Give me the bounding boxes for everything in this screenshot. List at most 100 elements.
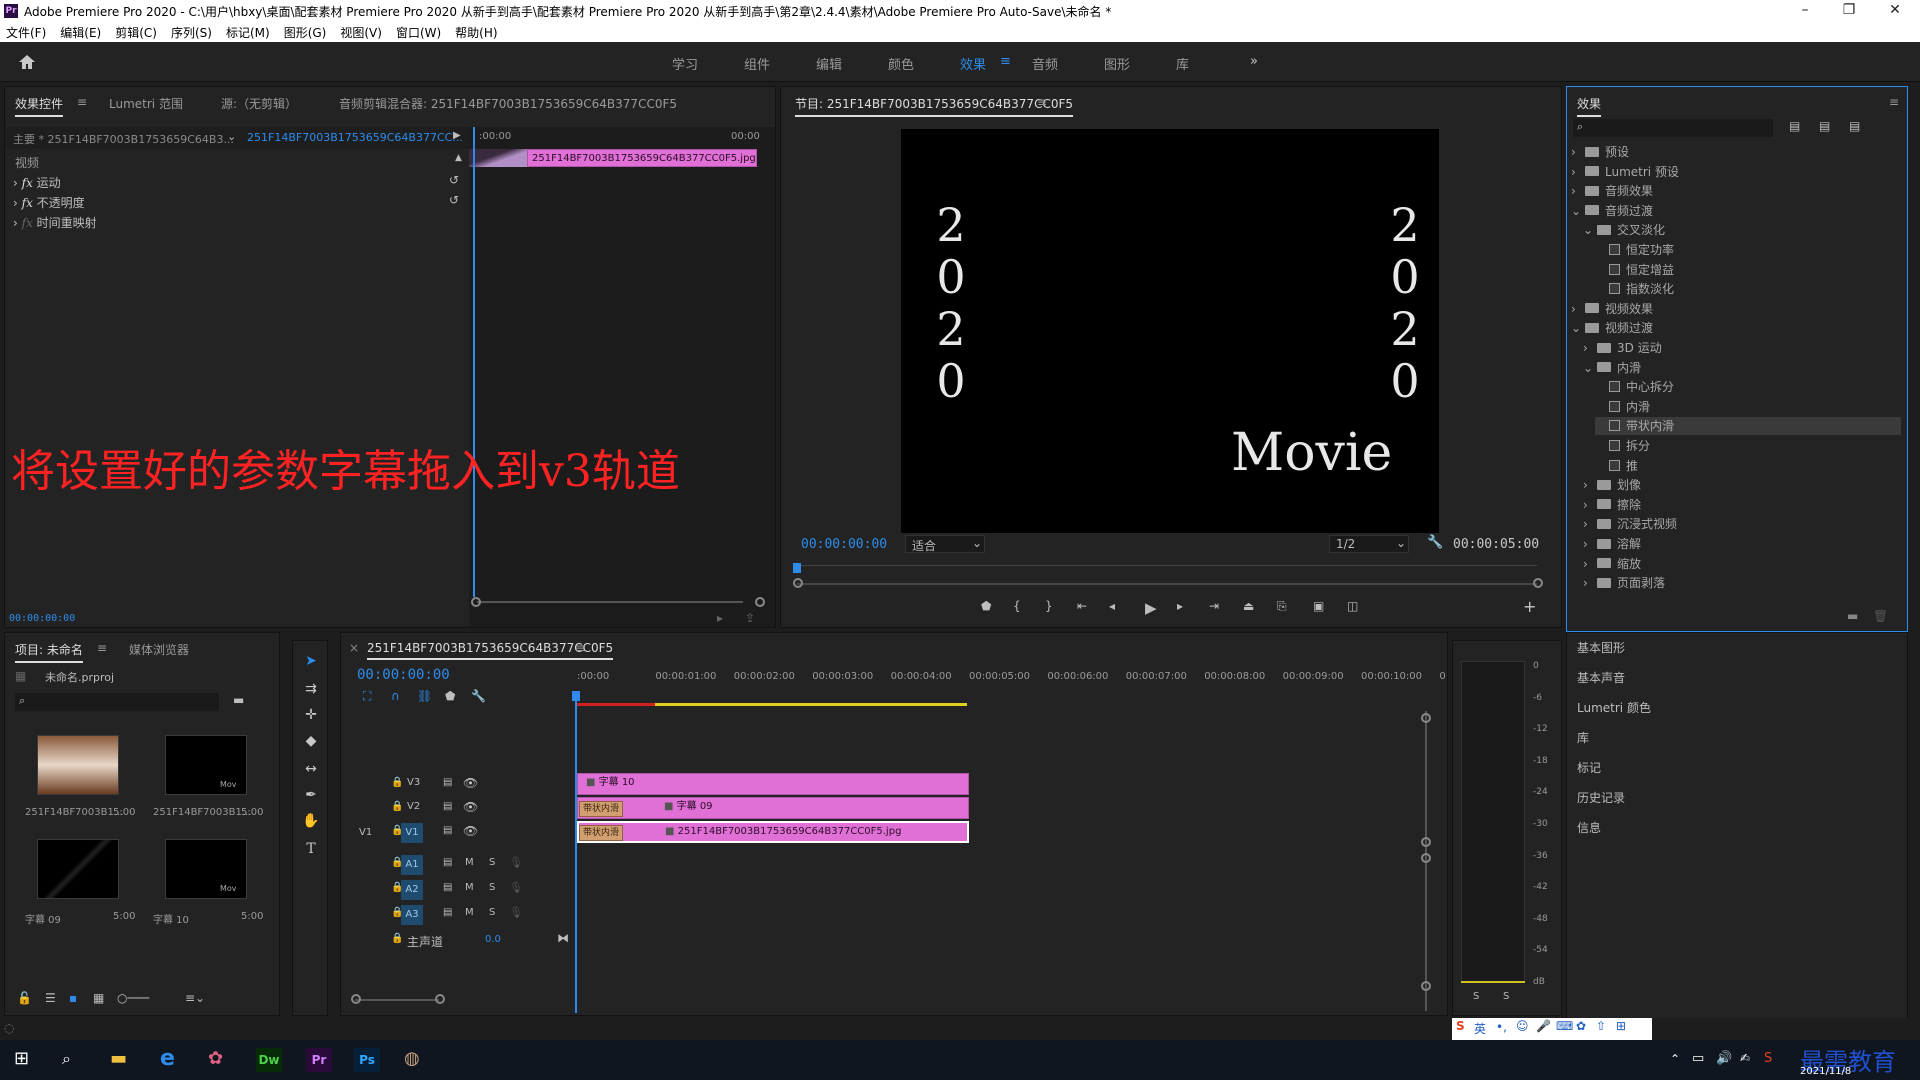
go-to-out-icon[interactable]: ⇥ (1209, 599, 1219, 613)
effects-folder[interactable]: › 溶解 (1583, 535, 1641, 553)
effects-item[interactable]: 恒定增益 (1595, 261, 1674, 279)
slip-tool-icon[interactable]: ↔ (300, 758, 322, 780)
ime-tray-icon[interactable]: ✍ (1740, 1051, 1750, 1065)
step-back-icon[interactable]: ◂ (1109, 599, 1115, 613)
effects-folder[interactable]: › 预设 (1571, 143, 1629, 161)
prop-motion[interactable]: › fx 运动 (13, 174, 61, 191)
effects-folder[interactable]: › Lumetri 预设 (1571, 163, 1679, 181)
mute-button[interactable]: M (465, 857, 474, 868)
source-patch-v1[interactable]: V1 (359, 827, 372, 838)
new-bin-icon[interactable]: ▬ (233, 693, 244, 707)
workspace-assembly[interactable]: 组件 (744, 54, 770, 73)
wrench-icon[interactable]: 🔧 (1427, 535, 1443, 550)
dreamweaver-icon[interactable]: Dw (256, 1048, 282, 1072)
chevron-right-icon[interactable]: › (1583, 496, 1593, 514)
program-ruler[interactable] (797, 565, 1537, 566)
effects-item[interactable]: 拆分 (1595, 437, 1650, 455)
program-zoom-bar[interactable] (797, 583, 1537, 585)
mute-button[interactable]: M (465, 907, 474, 918)
panel-info[interactable]: 信息 (1577, 819, 1601, 836)
timeline-timecode[interactable]: 00:00:00:00 (357, 667, 450, 683)
add-marker-icon[interactable]: ⬟ (445, 689, 455, 703)
sequence-clip-link[interactable]: 251F14BF7003B1753659C64B377CC... (247, 131, 463, 144)
timeline-settings-icon[interactable]: 🔧 (471, 689, 486, 703)
mark-in-icon[interactable]: { (1013, 599, 1021, 613)
thumb-image-clip[interactable] (37, 735, 119, 795)
hscroll-handle[interactable] (435, 994, 445, 1004)
tab-source[interactable]: 源:（无剪辑） (221, 95, 297, 112)
sync-lock-icon[interactable]: ▤ (443, 857, 452, 868)
sync-lock-icon[interactable]: ▤ (443, 777, 452, 788)
ec-zoom-handle-right[interactable] (755, 597, 765, 607)
menu-file[interactable]: 文件(F) (6, 24, 46, 41)
hscroll-handle[interactable] (351, 994, 361, 1004)
list-view-icon[interactable]: ☰ (45, 991, 56, 1005)
track-label-v2[interactable]: V2 (407, 801, 420, 812)
ec-clip-bar[interactable]: 251F14BF7003B1753659C64B377CC0F5.jpg (527, 149, 757, 167)
mic-icon[interactable]: 🎙 (509, 906, 523, 919)
track-label-a2[interactable]: A2 (401, 880, 423, 900)
step-forward-icon[interactable]: ▸ (1177, 599, 1183, 613)
sync-lock-icon[interactable]: ▤ (443, 882, 452, 893)
clip-v1-image[interactable]: ■ 251F14BF7003B1753659C64B377CC0F5.jpg (577, 821, 969, 843)
master-volume-value[interactable]: 0.0 (485, 934, 501, 945)
chevron-right-icon[interactable]: › (1583, 476, 1593, 494)
chevron-right-icon[interactable]: › (1571, 300, 1581, 318)
chevron-down-icon[interactable]: ⌄ (1583, 221, 1593, 239)
workspace-libraries[interactable]: 库 (1176, 54, 1189, 73)
solo-button[interactable]: S (489, 882, 495, 893)
windows-start-icon[interactable]: ⊞ (14, 1048, 29, 1069)
ec-timeline-area[interactable]: :00:00 00:00 251F14BF7003B1753659C64B377… (469, 127, 775, 627)
effects-search-input[interactable]: ⌕ (1573, 119, 1773, 137)
effects-folder[interactable]: › 音频效果 (1571, 182, 1653, 200)
play-icon[interactable]: ▶ (1145, 599, 1157, 617)
yuv-effects-icon[interactable]: ▤ (1849, 119, 1860, 133)
chevron-right-icon[interactable]: › (1571, 182, 1581, 200)
effects-folder[interactable]: ⌄ 音频过渡 (1571, 202, 1653, 220)
mute-button[interactable]: M (465, 882, 474, 893)
effects-item[interactable]: 带状内滑 (1595, 417, 1901, 436)
eye-icon[interactable]: 👁 (463, 776, 478, 790)
sync-lock-icon[interactable]: ▤ (443, 907, 452, 918)
prop-time-remap[interactable]: › fx 时间重映射 (13, 214, 97, 231)
chevron-right-icon[interactable]: › (1571, 143, 1581, 161)
razor-tool-icon[interactable]: ◆ (300, 730, 322, 752)
clip-v2-title09[interactable]: ■ 字幕 09 (577, 797, 969, 819)
resolution-dropdown[interactable]: 1/2 ⌄ (1329, 535, 1409, 553)
effects-folder[interactable]: › 划像 (1583, 476, 1641, 494)
extract-icon[interactable]: ⎘ (1277, 599, 1287, 614)
more-workspaces-icon[interactable]: » (1250, 54, 1258, 69)
effects-folder[interactable]: › 页面剥落 (1583, 574, 1665, 592)
tab-lumetri-scopes[interactable]: Lumetri 范围 (109, 95, 183, 112)
effects-item[interactable]: 中心拆分 (1595, 378, 1674, 396)
menu-help[interactable]: 帮助(H) (455, 24, 497, 41)
sort-icon[interactable]: ≡⌄ (185, 991, 205, 1005)
workspace-audio[interactable]: 音频 (1032, 54, 1058, 73)
solo-button[interactable]: S (489, 857, 495, 868)
accelerated-effects-icon[interactable]: ▤ (1789, 119, 1800, 133)
chevron-right-icon[interactable]: › (1583, 574, 1593, 592)
tray-arrow-icon[interactable]: ⌃ (1670, 1052, 1680, 1066)
32bit-effects-icon[interactable]: ▤ (1819, 119, 1830, 133)
lift-icon[interactable]: ⏏ (1243, 599, 1254, 613)
freeform-view-icon[interactable]: ▦ (93, 991, 104, 1005)
panel-history[interactable]: 历史记录 (1577, 789, 1625, 806)
chevron-down-icon[interactable]: ⌄ (1571, 319, 1581, 337)
thumb-title-09[interactable] (37, 839, 119, 899)
effects-item[interactable]: 推 (1595, 457, 1638, 475)
effects-panel-title[interactable]: 效果 (1577, 95, 1602, 117)
chevron-down-icon[interactable]: ⌄ (227, 130, 236, 143)
workspace-editing[interactable]: 编辑 (816, 54, 842, 73)
workspace-color[interactable]: 颜色 (888, 54, 914, 73)
effects-item[interactable]: 恒定功率 (1595, 241, 1674, 259)
meter-solo-right[interactable]: S (1503, 991, 1509, 1002)
program-zoom-right[interactable] (1533, 578, 1543, 588)
thumb-sequence[interactable]: Mov (165, 735, 247, 795)
volume-icon[interactable]: 🔊 (1716, 1051, 1732, 1066)
track-label-a3[interactable]: A3 (401, 905, 423, 925)
effects-folder[interactable]: ⌄ 交叉淡化 (1583, 221, 1665, 239)
eye-icon[interactable]: 👁 (463, 800, 478, 814)
thumb-title-10[interactable]: Mov (165, 839, 247, 899)
track-label-a1[interactable]: A1 (401, 855, 423, 875)
program-video-frame[interactable]: 2 0 2 0 2 0 2 0 Movie (901, 129, 1439, 533)
